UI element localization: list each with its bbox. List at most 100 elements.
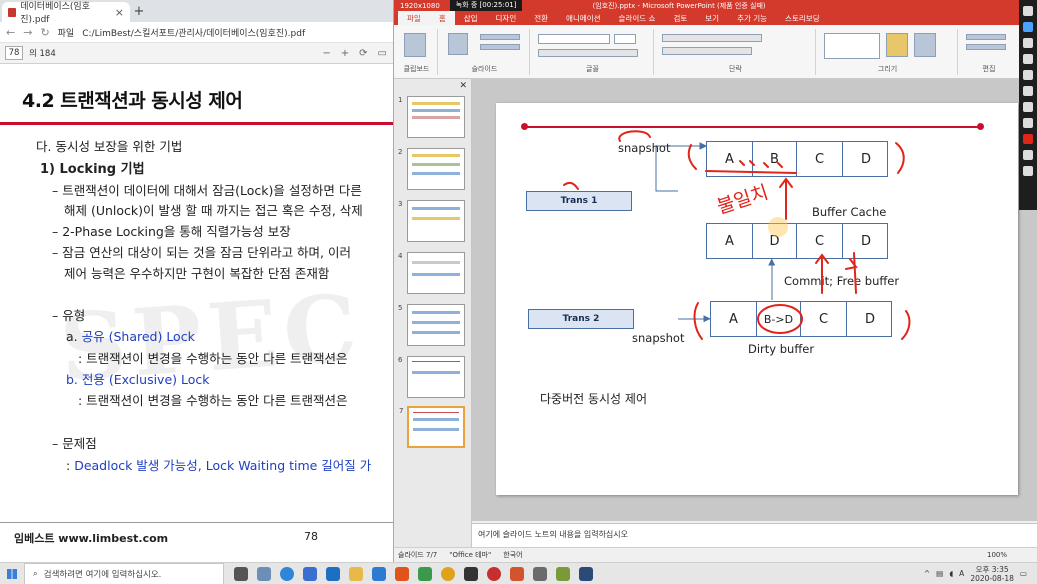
forward-icon[interactable]: → (23, 26, 32, 39)
arrange-icon[interactable] (886, 33, 908, 57)
settings-icon[interactable] (257, 566, 271, 581)
paste-icon[interactable] (404, 33, 426, 57)
clock[interactable]: 오후 3:35 2020-08-18 (970, 565, 1014, 583)
ribbon-group-paragraph: 단락 (656, 29, 816, 75)
folder-icon[interactable] (349, 566, 363, 581)
footer-rule (0, 522, 393, 523)
slide-thumbnail[interactable]: 6 (398, 356, 465, 398)
close-pane-icon[interactable]: ✕ (459, 81, 467, 91)
snipping-icon[interactable] (533, 566, 547, 581)
buffer-cache-row[interactable]: A D C D (706, 223, 888, 259)
slide-thumbnail[interactable]: 5 (398, 304, 465, 346)
slide-thumbnails-pane: ✕ 1 2 3 4 5 6 7 (394, 79, 472, 547)
back-icon[interactable]: ← (6, 26, 15, 39)
taskbar-search[interactable]: ⌕ 검색하려면 여기에 입력하십시오. (24, 562, 224, 584)
tab-view[interactable]: 보기 (696, 11, 728, 25)
slide[interactable]: Trans 1 Trans 2 snapshot snapshot A B C … (496, 103, 1018, 495)
recorder-icon[interactable] (487, 566, 501, 581)
task-view-icon[interactable] (234, 566, 248, 581)
chrome-icon[interactable] (441, 566, 455, 581)
zoom-out-icon[interactable]: − (322, 48, 330, 59)
tab-transitions[interactable]: 전환 (525, 11, 557, 25)
app-icon[interactable] (418, 566, 432, 581)
fit-page-icon[interactable]: ▭ (378, 48, 387, 59)
trans1-box[interactable]: Trans 1 (526, 191, 632, 211)
slide-thumbnail[interactable]: 4 (398, 252, 465, 294)
tab-design[interactable]: 디자인 (487, 11, 526, 25)
address-text[interactable]: C:/LimBest/스킬서포트/관리사/데이터베이스(임호진).pdf (82, 26, 305, 39)
app-icon[interactable] (556, 566, 570, 581)
new-slide-icon[interactable] (448, 33, 468, 55)
color-red-swatch[interactable] (1023, 134, 1033, 144)
page-number-input[interactable]: 78 (5, 46, 23, 60)
notes-pane[interactable]: 여기에 슬라이드 노트의 내용을 입력하십시오 (472, 523, 1037, 547)
thickness-icon[interactable] (1023, 150, 1033, 160)
pen-icon[interactable] (1023, 22, 1033, 32)
tab-review[interactable]: 검토 (664, 11, 696, 25)
tab-home[interactable]: 홈 (429, 11, 455, 25)
recording-indicator[interactable]: 녹화 중 [00:25:01] (449, 0, 523, 11)
zoom-level[interactable]: 100% (987, 551, 1037, 559)
ellipse-icon[interactable] (1023, 86, 1033, 96)
slide-thumbnail-selected[interactable]: 7 (399, 406, 465, 448)
zoom-in-icon[interactable]: + (341, 48, 349, 59)
list-buttons[interactable] (662, 34, 762, 42)
font-style-buttons[interactable] (538, 49, 638, 57)
font-size-select[interactable] (614, 34, 636, 44)
notification-icon[interactable]: ▭ (1020, 569, 1027, 578)
shapes-gallery[interactable] (824, 33, 880, 59)
heading-rule (0, 122, 393, 125)
quick-styles-icon[interactable] (914, 33, 936, 57)
tray-arrow-icon[interactable]: ^ (924, 569, 930, 578)
volume-icon[interactable]: ◖ (949, 569, 953, 578)
layout-icon[interactable] (480, 34, 520, 40)
rotate-icon[interactable]: ⟳ (359, 48, 367, 59)
mail-icon[interactable] (326, 566, 340, 581)
version-row-top[interactable]: A B C D (706, 141, 888, 177)
replace-icon[interactable] (966, 44, 1006, 50)
find-icon[interactable] (966, 34, 1006, 40)
cursor-icon[interactable] (1023, 6, 1033, 16)
powerpoint-icon[interactable] (510, 566, 524, 581)
align-buttons[interactable] (662, 47, 752, 55)
line-icon[interactable] (1023, 54, 1033, 64)
network-icon[interactable]: ▤ (936, 569, 943, 578)
tab-file[interactable]: 파일 (398, 11, 430, 25)
browser-tab[interactable]: 데이터베이스(임호진).pdf × (2, 2, 130, 25)
close-icon[interactable]: × (115, 6, 124, 19)
app-icon[interactable] (579, 566, 593, 581)
start-button[interactable] (0, 563, 24, 584)
tab-storyboarding[interactable]: 스토리보딩 (776, 11, 829, 25)
slide-thumbnail[interactable]: 2 (398, 148, 465, 190)
tab-addins[interactable]: 추가 기능 (728, 11, 776, 25)
reload-icon[interactable]: ↻ (40, 26, 49, 39)
list-marker: a. (66, 329, 82, 344)
highlighter-icon[interactable] (1023, 38, 1033, 48)
tab-animations[interactable]: 애니메이션 (557, 11, 610, 25)
eraser-icon[interactable] (1023, 118, 1033, 128)
app-icon[interactable] (464, 566, 478, 581)
ime-icon[interactable]: A (959, 569, 964, 578)
font-select[interactable] (538, 34, 610, 44)
office-icon[interactable] (395, 566, 409, 581)
tab-slideshow[interactable]: 슬라이드 쇼 (610, 11, 665, 25)
rectangle-icon[interactable] (1023, 70, 1033, 80)
dirty-buffer-label: Dirty buffer (748, 342, 815, 356)
tab-insert[interactable]: 삽입 (455, 11, 487, 25)
status-language[interactable]: 한국어 (503, 550, 522, 560)
reset-icon[interactable] (480, 44, 520, 50)
ie-icon[interactable] (303, 566, 317, 581)
dirty-buffer-row[interactable]: A B->D C D (710, 301, 892, 337)
address-bar[interactable]: ← → ↻ 파일 C:/LimBest/스킬서포트/관리사/데이터베이스(임호진… (0, 22, 393, 43)
slide-thumbnail[interactable]: 3 (398, 200, 465, 242)
block-cell: A (707, 142, 753, 176)
store-icon[interactable] (372, 566, 386, 581)
block-cell: D (860, 233, 871, 249)
pdf-viewer: 데이터베이스(임호진).pdf × + ← → ↻ 파일 C:/LimBest/… (0, 0, 394, 562)
text-icon[interactable] (1023, 102, 1033, 112)
slide-thumbnail[interactable]: 1 (398, 96, 465, 138)
more-icon[interactable] (1023, 166, 1033, 176)
new-tab-button[interactable]: + (130, 2, 148, 22)
edge-icon[interactable] (280, 566, 294, 581)
trans2-box[interactable]: Trans 2 (528, 309, 634, 329)
